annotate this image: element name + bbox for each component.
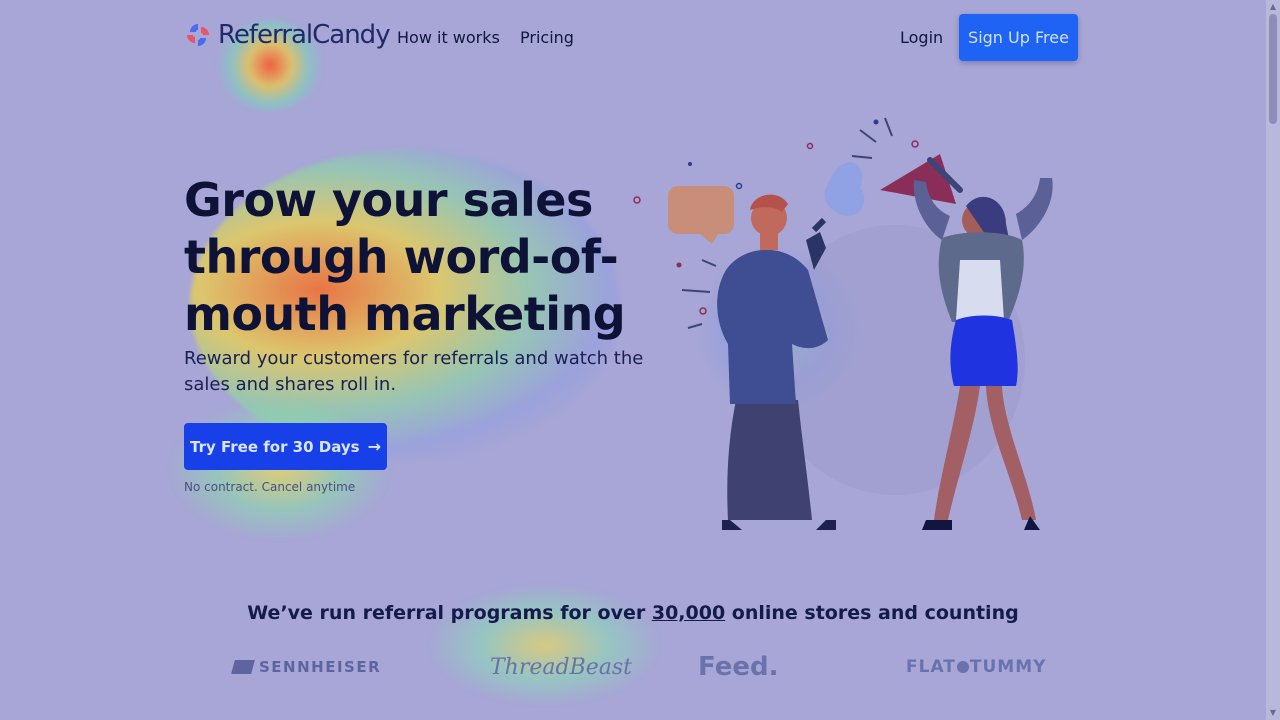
nav-pricing[interactable]: Pricing	[520, 28, 574, 47]
scrollbar-thumb[interactable]	[1269, 14, 1277, 124]
hero-subtext: Reward your customers for referrals and …	[184, 348, 644, 395]
candy-logo-icon	[187, 24, 209, 46]
scroll-up-arrow-icon[interactable]: ▲	[1266, 0, 1280, 14]
play-circle-icon	[956, 661, 969, 673]
threadbeast-logo: ThreadBeast	[490, 652, 632, 682]
celebration-illustration	[633, 117, 1053, 530]
vertical-scrollbar[interactable]: ▲ ▼	[1266, 0, 1280, 720]
proof-text-end: online stores and counting	[725, 602, 1019, 624]
arrow-right-icon: →	[367, 437, 381, 456]
try-free-button[interactable]: Try Free for 30 Days →	[184, 423, 387, 470]
flattummy-label-start: FLAT	[906, 657, 956, 677]
nav-how-it-works[interactable]: How it works	[397, 28, 500, 47]
scroll-down-arrow-icon[interactable]: ▼	[1266, 706, 1280, 720]
hero-headline: Grow your sales through word-of-mouth ma…	[184, 173, 626, 341]
threadbeast-label: ThreadBeast	[490, 654, 633, 680]
heatmap-hotspot	[170, 400, 390, 540]
store-count: 30,000	[651, 602, 726, 624]
try-free-label: Try Free for 30 Days	[190, 437, 360, 456]
sennheiser-mark-icon	[231, 660, 255, 674]
landing-page: ReferralCandy How it works Pricing Login…	[0, 0, 1266, 720]
no-contract-note: No contract. Cancel anytime	[184, 480, 356, 494]
feed-label: Feed.	[698, 652, 779, 682]
social-proof-heading: We’ve run referral programs for over 30,…	[0, 602, 1266, 624]
feed-logo: Feed.	[698, 652, 778, 682]
brand-name: ReferralCandy	[218, 20, 391, 50]
brand-logo[interactable]: ReferralCandy	[184, 20, 391, 50]
sennheiser-logo: SENNHEISER	[231, 652, 382, 682]
login-link[interactable]: Login	[900, 28, 943, 47]
proof-text-start: We’ve run referral programs for over	[247, 602, 652, 624]
flattummy-logo: FLAT TUMMY	[906, 652, 1046, 682]
sennheiser-label: SENNHEISER	[259, 658, 382, 676]
signup-button[interactable]: Sign Up Free	[959, 14, 1078, 61]
flattummy-label-end: TUMMY	[969, 657, 1047, 677]
